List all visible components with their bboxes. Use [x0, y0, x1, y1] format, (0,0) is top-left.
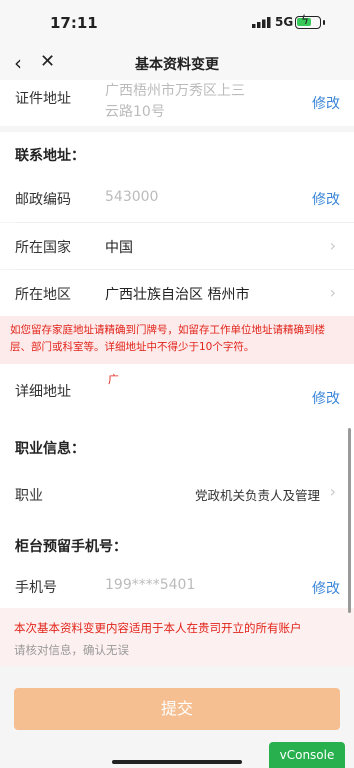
notice-line-1: 本次基本资料变更内容适用于本人在贵司开立的所有账户	[14, 621, 302, 635]
country-row[interactable]: 所在国家 中国 ›	[0, 223, 354, 269]
chevron-right-icon: ›	[329, 482, 336, 501]
country-value: 中国	[105, 240, 133, 256]
phone-section-header: 柜台预留手机号：	[0, 518, 354, 564]
notice-box: 本次基本资料变更内容适用于本人在贵司开立的所有账户 请核对信息，确认无误	[0, 608, 354, 666]
phone-edit-link[interactable]: 修改	[312, 578, 340, 598]
job-value: 党政机关负责人及管理	[194, 488, 320, 503]
status-bar: 17:11 5G ϟ	[0, 0, 354, 46]
submit-button[interactable]: 提交	[14, 688, 340, 730]
home-indicator	[112, 760, 242, 764]
signal-icon	[252, 17, 271, 28]
scrollbar[interactable]	[348, 428, 351, 613]
chevron-right-icon: ›	[329, 283, 336, 302]
phone-label: 手机号	[15, 580, 57, 596]
postcode-edit-link[interactable]: 修改	[312, 189, 340, 209]
form-content: 证件地址 广西梧州市万秀区上三 云路10号 修改 联系地址： 邮政编码 5430…	[0, 80, 354, 768]
battery-icon: ϟ	[295, 13, 325, 29]
postcode-row: 邮政编码 543000 修改	[0, 174, 354, 222]
detail-address-row: 详细地址 广 修改	[0, 364, 354, 424]
job-section-title: 职业信息：	[15, 441, 85, 457]
address-warning: 如您留存家庭地址请精确到门牌号，如留存工作单位地址请精确到楼层、部门或科室等。详…	[0, 316, 354, 364]
status-time: 17:11	[50, 14, 98, 32]
chevron-right-icon: ›	[329, 236, 336, 255]
detail-address-label: 详细地址	[15, 384, 71, 400]
notice-line-2: 请核对信息，确认无误	[14, 643, 129, 657]
postcode-input[interactable]: 543000	[105, 189, 158, 205]
job-section-header: 职业信息：	[0, 424, 354, 470]
id-address-edit-link[interactable]: 修改	[312, 93, 340, 113]
region-value: 广西壮族自治区 梧州市	[105, 287, 250, 303]
phone-row: 手机号 199****5401 修改	[0, 564, 354, 608]
id-address-row: 证件地址 广西梧州市万秀区上三 云路10号 修改	[0, 80, 354, 126]
vconsole-button[interactable]: vConsole	[269, 742, 345, 768]
job-label: 职业	[15, 488, 43, 504]
detail-address-input[interactable]: 广	[108, 371, 119, 387]
postcode-label: 邮政编码	[15, 192, 71, 208]
id-address-value-line2: 云路10号	[105, 104, 165, 120]
contact-section-header: 联系地址：	[0, 132, 354, 174]
nav-bar: ‹ ✕ 基本资料变更	[0, 46, 354, 80]
job-row[interactable]: 职业 党政机关负责人及管理 ›	[0, 470, 354, 518]
phone-section-title: 柜台预留手机号：	[15, 539, 127, 555]
id-address-value-line1: 广西梧州市万秀区上三	[105, 83, 245, 99]
id-address-label: 证件地址	[15, 91, 71, 107]
detail-address-edit-link[interactable]: 修改	[312, 388, 340, 408]
region-row[interactable]: 所在地区 广西壮族自治区 梧州市 ›	[0, 270, 354, 316]
country-label: 所在国家	[15, 240, 71, 256]
contact-section-title: 联系地址：	[15, 148, 85, 164]
phone-input[interactable]: 199****5401	[105, 577, 195, 593]
region-label: 所在地区	[15, 287, 71, 303]
network-type: 5G	[275, 15, 294, 29]
page-title: 基本资料变更	[135, 57, 219, 73]
